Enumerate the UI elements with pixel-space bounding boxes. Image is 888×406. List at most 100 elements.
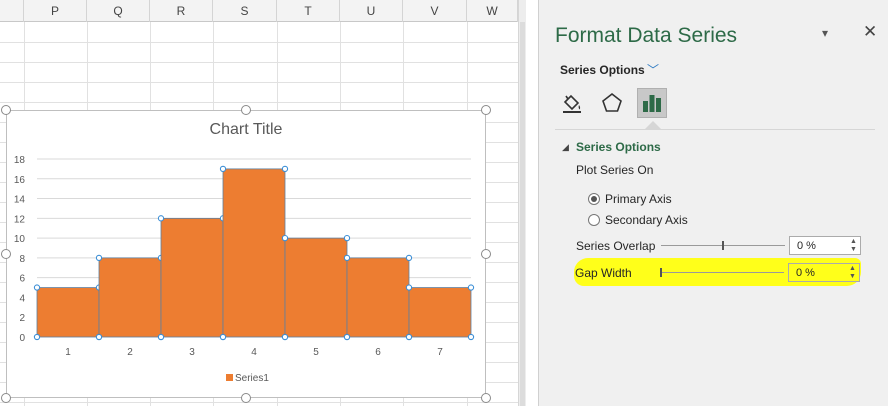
series-overlap-slider-thumb[interactable] xyxy=(722,241,724,250)
selection-point[interactable] xyxy=(157,215,165,222)
selection-point[interactable] xyxy=(95,333,103,341)
y-tick-label: 4 xyxy=(19,293,25,304)
row-gridline xyxy=(0,102,526,103)
column-header-blank xyxy=(0,0,24,22)
collapse-triangle-icon[interactable]: ◢ xyxy=(562,142,569,153)
bar-chart-icon xyxy=(643,95,661,112)
selection-point[interactable] xyxy=(467,284,475,291)
selection-point[interactable] xyxy=(343,254,351,262)
selection-point[interactable] xyxy=(219,333,227,341)
x-tick-label: 6 xyxy=(375,347,381,358)
selection-point[interactable] xyxy=(343,333,351,341)
resize-handle-top-left[interactable] xyxy=(1,105,11,115)
resize-handle-bottom-right[interactable] xyxy=(481,393,491,403)
y-tick-label: 10 xyxy=(14,234,26,245)
chevron-down-icon[interactable]: ▾ xyxy=(822,26,828,40)
excel-window: P Q R S T U V W Chart Title 0 2 4 6 8 10 12 14 1… xyxy=(0,0,888,406)
scrollbar-thumb[interactable] xyxy=(520,22,525,406)
selection-point[interactable] xyxy=(405,284,413,291)
y-tick-label: 16 xyxy=(14,175,26,186)
series-overlap-slider[interactable] xyxy=(661,241,785,250)
highlight-marker xyxy=(574,258,861,286)
secondary-axis-radio[interactable] xyxy=(588,214,600,226)
series-overlap-label: Series Overlap xyxy=(576,239,656,253)
y-tick-label: 14 xyxy=(14,195,26,206)
column-header-row: P Q R S T U V W xyxy=(0,0,526,22)
column-header-s[interactable]: S xyxy=(213,0,277,22)
format-data-series-pane: Format Data Series ▾ ✕ Series Options ﹀ xyxy=(538,0,888,406)
bar[interactable] xyxy=(222,168,286,338)
legend-label: Series1 xyxy=(235,373,269,384)
bar[interactable] xyxy=(98,257,162,338)
spin-down-icon[interactable]: ▼ xyxy=(850,246,857,253)
column-header-w[interactable]: W xyxy=(467,0,518,22)
paint-bucket-icon xyxy=(563,94,581,113)
x-tick-label: 2 xyxy=(127,347,133,358)
y-tick-label: 2 xyxy=(19,313,25,324)
bar[interactable] xyxy=(408,287,472,338)
series-options-icon[interactable] xyxy=(637,88,667,118)
bar[interactable] xyxy=(160,217,224,338)
selection-point[interactable] xyxy=(343,234,351,242)
row-gridline xyxy=(0,62,526,63)
resize-handle-right[interactable] xyxy=(481,249,491,259)
spin-up-icon[interactable]: ▲ xyxy=(850,238,857,245)
bar[interactable] xyxy=(346,257,410,338)
x-tick-label: 1 xyxy=(65,347,71,358)
resize-handle-top-right[interactable] xyxy=(481,105,491,115)
series-options-chevron-icon[interactable]: ﹀ xyxy=(647,61,659,78)
x-tick-label: 3 xyxy=(189,347,195,358)
secondary-axis-label[interactable]: Secondary Axis xyxy=(605,213,688,227)
column-header-u[interactable]: U xyxy=(340,0,403,22)
resize-handle-bottom[interactable] xyxy=(241,393,251,403)
y-tick-label: 12 xyxy=(14,214,26,225)
selection-point[interactable] xyxy=(405,333,413,341)
pane-divider xyxy=(555,129,875,130)
primary-axis-radio[interactable] xyxy=(588,193,600,205)
effects-icon[interactable] xyxy=(597,88,627,118)
resize-handle-left[interactable] xyxy=(1,249,11,259)
y-tick-label: 8 xyxy=(19,254,25,265)
x-tick-label: 5 xyxy=(313,347,319,358)
bar[interactable] xyxy=(284,237,348,338)
selection-point[interactable] xyxy=(95,254,103,262)
column-header-p[interactable]: P xyxy=(24,0,87,22)
series-overlap-value[interactable]: 0 % xyxy=(797,240,816,252)
legend-swatch xyxy=(226,374,233,381)
pane-title: Format Data Series xyxy=(555,24,738,47)
column-header-r[interactable]: R xyxy=(150,0,213,22)
selection-point[interactable] xyxy=(281,165,289,173)
selection-point[interactable] xyxy=(33,333,41,341)
x-tick-label: 7 xyxy=(437,347,443,358)
resize-handle-top[interactable] xyxy=(241,105,251,115)
selection-point[interactable] xyxy=(219,165,227,173)
vertical-scrollbar[interactable] xyxy=(518,0,526,406)
row-gridline xyxy=(0,42,526,43)
y-tick-label: 18 xyxy=(14,155,26,166)
chart-area[interactable]: Chart Title 0 2 4 6 8 10 12 14 16 18 1 2 3 4 5 6 7 Series… xyxy=(6,110,486,398)
selection-point[interactable] xyxy=(33,284,41,291)
y-tick-label: 0 xyxy=(19,333,25,344)
row-gridline xyxy=(0,82,526,83)
resize-handle-bottom-left[interactable] xyxy=(1,393,11,403)
x-tick-label: 4 xyxy=(251,347,257,358)
fill-line-icon[interactable] xyxy=(557,88,587,118)
plot-series-on-label: Plot Series On xyxy=(576,163,654,177)
chart-plot[interactable]: 0246810121416181 2 3 4 5 6 7Series1 xyxy=(7,111,487,399)
column-header-q[interactable]: Q xyxy=(87,0,150,22)
selection-point[interactable] xyxy=(281,234,289,242)
section-title-series-options[interactable]: Series Options xyxy=(576,140,661,154)
series-overlap-spinbox[interactable]: 0 % ▲ ▼ xyxy=(789,236,861,255)
selection-point[interactable] xyxy=(467,333,475,341)
close-icon[interactable]: ✕ xyxy=(863,22,877,42)
selection-point[interactable] xyxy=(405,254,413,262)
selection-point[interactable] xyxy=(281,333,289,341)
column-header-v[interactable]: V xyxy=(403,0,467,22)
row-gridline xyxy=(0,402,526,403)
worksheet: P Q R S T U V W Chart Title 0 2 4 6 8 10 12 14 1… xyxy=(0,0,526,406)
selection-point[interactable] xyxy=(157,333,165,341)
column-header-t[interactable]: T xyxy=(277,0,340,22)
bar[interactable] xyxy=(36,287,100,338)
series-options-dropdown-label[interactable]: Series Options xyxy=(560,63,645,77)
primary-axis-label[interactable]: Primary Axis xyxy=(605,192,672,206)
